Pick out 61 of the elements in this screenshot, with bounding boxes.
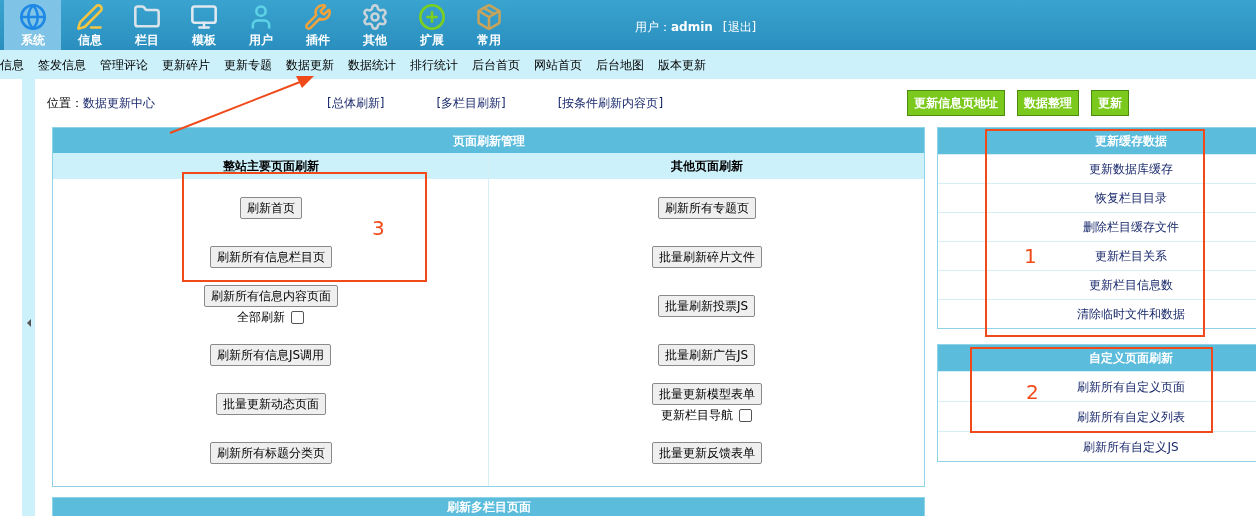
panel-title: 自定义页面刷新 xyxy=(938,345,1256,371)
cache-link[interactable]: 更新栏目信息数 xyxy=(1089,276,1173,294)
collapse-arrow-icon[interactable] xyxy=(26,318,31,327)
panel-title: 页面刷新管理 xyxy=(53,128,924,153)
refresh-button[interactable]: 刷新首页 xyxy=(239,196,302,219)
sub-menu-link[interactable]: 签发信息 xyxy=(38,55,86,74)
nav-tab[interactable]: 其他 xyxy=(346,0,403,50)
sub-menu-link[interactable]: 版本更新 xyxy=(658,55,706,74)
monitor-icon xyxy=(189,3,218,31)
sub-menu-link[interactable]: 数据统计 xyxy=(348,55,396,74)
annotation-number: 3 xyxy=(372,218,385,238)
custom-refresh-link[interactable]: 刷新所有自定义页面 xyxy=(1077,377,1185,396)
sub-menu-link[interactable]: 后台首页 xyxy=(472,55,520,74)
refresh-button[interactable]: 批量刷新碎片文件 xyxy=(651,245,762,268)
cache-link[interactable]: 删除栏目缓存文件 xyxy=(1083,218,1179,236)
refresh-button[interactable]: 刷新所有标题分类页 xyxy=(209,441,332,464)
checkbox[interactable] xyxy=(739,408,752,422)
refresh-link[interactable]: [多栏目刷新] xyxy=(436,94,506,112)
gear-icon xyxy=(360,3,389,31)
pencil-icon xyxy=(75,3,104,31)
cache-link[interactable]: 更新数据库缓存 xyxy=(1089,160,1173,178)
column-heading: 其他页面刷新 xyxy=(489,153,924,179)
cache-link[interactable]: 清除临时文件和数据 xyxy=(1077,305,1185,323)
sub-menu-link[interactable]: 网站首页 xyxy=(534,55,582,74)
cache-link[interactable]: 恢复栏目目录 xyxy=(1095,189,1167,207)
globe-icon xyxy=(18,3,47,31)
panel-title: 刷新多栏目页面 xyxy=(52,497,925,516)
refresh-button[interactable]: 批量刷新投票JS xyxy=(657,294,756,317)
refresh-button[interactable]: 刷新所有信息JS调用 xyxy=(209,343,332,366)
custom-refresh-link[interactable]: 刷新所有自定义列表 xyxy=(1077,407,1185,426)
refresh-button[interactable]: 批量更新反馈表单 xyxy=(651,441,762,464)
refresh-link[interactable]: [总体刷新] xyxy=(327,94,385,112)
sub-menu-link[interactable]: 排行统计 xyxy=(410,55,458,74)
sub-menu-link[interactable]: 后台地图 xyxy=(596,55,644,74)
custom-refresh-link[interactable]: 刷新所有自定义JS xyxy=(1083,437,1179,456)
annotation-number: 1 xyxy=(1024,246,1037,266)
refresh-button[interactable]: 批量更新动态页面 xyxy=(215,392,326,415)
refresh-button[interactable]: 批量刷新广告JS xyxy=(657,343,756,366)
location-label: 位置：数据更新中心 xyxy=(47,95,155,112)
sub-menu-link[interactable]: 更新专题 xyxy=(224,55,272,74)
tools-icon xyxy=(303,3,332,31)
box-icon xyxy=(474,3,503,31)
sub-menu-link[interactable]: 数据更新 xyxy=(286,55,334,74)
refresh-button[interactable]: 刷新所有信息内容页面 xyxy=(203,285,338,307)
refresh-button[interactable]: 刷新所有专题页 xyxy=(657,196,756,219)
panel-title: 更新缓存数据 xyxy=(938,128,1256,154)
user-info: 用户：admin xyxy=(635,19,713,36)
plus-icon xyxy=(417,3,446,31)
sub-menu-link[interactable]: 更新碎片 xyxy=(162,55,210,74)
sub-menu-link[interactable]: 信息 xyxy=(0,55,24,74)
refresh-link[interactable]: [按条件刷新内容页] xyxy=(557,94,664,112)
refresh-button[interactable]: 刷新所有信息栏目页 xyxy=(209,245,332,268)
refresh-button[interactable]: 批量更新模型表单 xyxy=(651,383,762,405)
sub-menu-link[interactable]: 管理评论 xyxy=(100,55,148,74)
folder-icon xyxy=(132,3,161,31)
checkbox-label: 全部刷新 xyxy=(237,309,285,326)
cache-link[interactable]: 更新栏目关系 xyxy=(1095,247,1167,265)
checkbox[interactable] xyxy=(291,310,304,324)
checkbox-label: 更新栏目导航 xyxy=(661,407,733,424)
column-heading: 整站主要页面刷新 xyxy=(53,153,488,179)
annotation-number: 2 xyxy=(1026,382,1039,402)
